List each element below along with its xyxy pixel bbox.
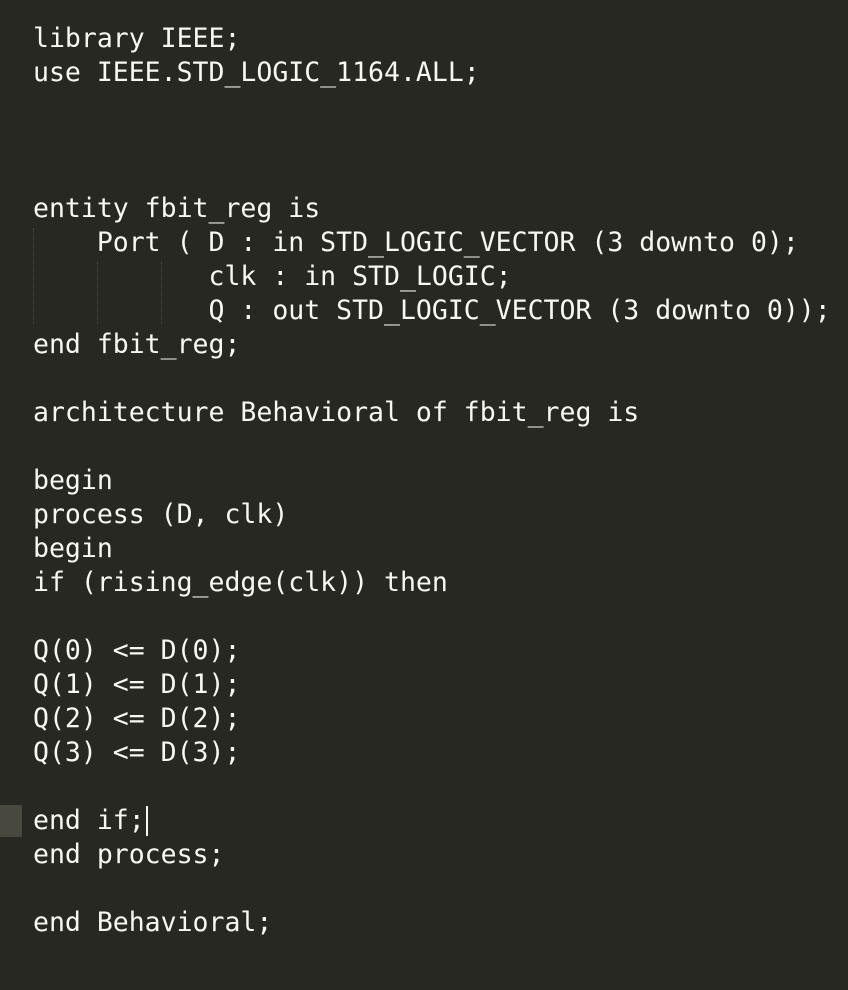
code-line[interactable]: Q(0) <= D(0);	[33, 634, 848, 668]
code-line[interactable]: Port ( D : in STD_LOGIC_VECTOR (3 downto…	[33, 226, 848, 260]
text-cursor	[145, 806, 148, 836]
code-line-text: end process;	[33, 839, 225, 870]
code-line-text: Q : out STD_LOGIC_VECTOR (3 downto 0));	[33, 295, 831, 326]
code-line[interactable]	[33, 770, 848, 804]
code-line-text: end Behavioral;	[33, 907, 273, 938]
code-line-text: begin	[33, 533, 113, 564]
code-line-text: if (rising_edge(clk)) then	[33, 567, 448, 598]
code-line-text: Q(3) <= D(3);	[33, 737, 241, 768]
code-line[interactable]: Q(2) <= D(2);	[33, 702, 848, 736]
code-line-text: entity fbit_reg is	[33, 193, 321, 224]
code-line[interactable]: clk : in STD_LOGIC;	[33, 260, 848, 294]
code-area[interactable]: library IEEE; use IEEE.STD_LOGIC_1164.ALL…	[33, 22, 848, 940]
code-line[interactable]: begin	[33, 464, 848, 498]
code-line[interactable]: begin	[33, 532, 848, 566]
code-line[interactable]: architecture Behavioral of fbit_reg is	[33, 396, 848, 430]
code-line[interactable]	[33, 362, 848, 396]
code-editor[interactable]: library IEEE; use IEEE.STD_LOGIC_1164.ALL…	[0, 0, 848, 990]
code-line[interactable]: end fbit_reg;	[33, 328, 848, 362]
code-line[interactable]: entity fbit_reg is	[33, 192, 848, 226]
code-line[interactable]: process (D, clk)	[33, 498, 848, 532]
code-line[interactable]	[33, 600, 848, 634]
code-line-text: library IEEE;	[33, 23, 241, 54]
code-line[interactable]: Q : out STD_LOGIC_VECTOR (3 downto 0));	[33, 294, 848, 328]
code-line[interactable]: Q(1) <= D(1);	[33, 668, 848, 702]
code-line-text: Q(0) <= D(0);	[33, 635, 241, 666]
code-line-text: Port ( D : in STD_LOGIC_VECTOR (3 downto…	[33, 227, 799, 258]
code-line[interactable]	[33, 158, 848, 192]
code-line[interactable]	[33, 872, 848, 906]
current-line-gutter-marker	[0, 805, 22, 837]
code-line-text: Q(2) <= D(2);	[33, 703, 241, 734]
code-line[interactable]	[33, 90, 848, 124]
code-line[interactable]: use IEEE.STD_LOGIC_1164.ALL;	[33, 56, 848, 90]
code-line[interactable]: if (rising_edge(clk)) then	[33, 566, 848, 600]
code-line-text: architecture Behavioral of fbit_reg is	[33, 397, 640, 428]
code-line-text: process (D, clk)	[33, 499, 289, 530]
code-line[interactable]: end process;	[33, 838, 848, 872]
code-line-text: use IEEE.STD_LOGIC_1164.ALL;	[33, 57, 480, 88]
code-line[interactable]: end if;	[33, 804, 848, 838]
code-line-text: end fbit_reg;	[33, 329, 241, 360]
code-line[interactable]: library IEEE;	[33, 22, 848, 56]
code-line[interactable]: Q(3) <= D(3);	[33, 736, 848, 770]
code-line[interactable]	[33, 430, 848, 464]
code-line[interactable]: end Behavioral;	[33, 906, 848, 940]
code-line[interactable]	[33, 124, 848, 158]
code-line-text: end if;	[33, 805, 145, 836]
code-line-text: Q(1) <= D(1);	[33, 669, 241, 700]
code-line-text: clk : in STD_LOGIC;	[33, 261, 512, 292]
code-line-text: begin	[33, 465, 113, 496]
